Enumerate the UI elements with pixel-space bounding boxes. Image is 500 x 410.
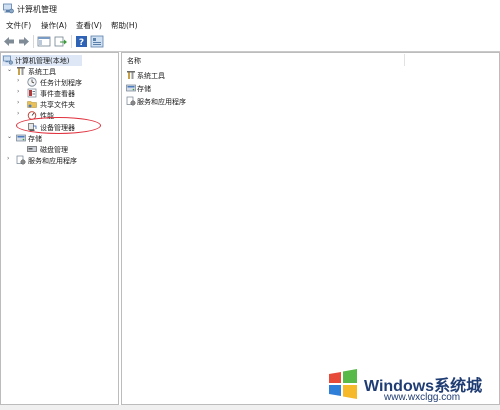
menu-help[interactable]: 帮助(H) [111, 20, 138, 31]
tree-item-event-viewer-label: 事件查看器 [40, 90, 75, 98]
tree-item-services-apps-label: 服务和应用程序 [28, 157, 77, 165]
tree-item-storage[interactable]: ⌄ 存储 [7, 133, 97, 144]
clock-icon [27, 77, 37, 87]
tree-item-event-viewer[interactable]: › 事件查看器 [17, 88, 117, 99]
help-icon[interactable]: ? [75, 35, 89, 48]
menu-view[interactable]: 查看(V) [76, 20, 102, 31]
tree-item-task-scheduler-label: 任务计划程序 [40, 79, 82, 87]
list-item-label: 系统工具 [137, 72, 165, 80]
status-bar [0, 405, 500, 410]
storage-icon [16, 134, 26, 142]
tree-item-shared-folders-label: 共享文件夹 [40, 101, 75, 109]
tree-item-storage-label: 存储 [28, 135, 42, 143]
computer-management-icon [3, 55, 13, 65]
windows-logo-icon [329, 369, 357, 399]
list-item-storage[interactable]: 存储 [126, 83, 226, 94]
expand-chevron-icon[interactable]: › [17, 88, 24, 95]
title-bar: 计算机管理 [0, 0, 500, 18]
export-icon[interactable] [54, 35, 68, 48]
window-title: 计算机管理 [17, 5, 57, 14]
console-tree-icon[interactable] [37, 35, 51, 48]
toolbox-icon [127, 71, 135, 79]
svg-text:?: ? [79, 38, 84, 48]
toolbox-icon [17, 67, 25, 75]
disk-icon [27, 146, 37, 152]
toolbar-separator [71, 35, 72, 48]
highlight-annotation [16, 117, 101, 134]
menu-action[interactable]: 操作(A) [41, 20, 67, 31]
list-item-label: 存储 [137, 85, 151, 93]
column-header-name[interactable]: 名称 [123, 54, 405, 66]
forward-icon[interactable] [17, 35, 31, 48]
watermark: Windows系统城 www.wxclgg.com [320, 363, 500, 408]
menu-bar: 文件(F) 操作(A) 查看(V) 帮助(H) [0, 18, 500, 32]
expand-chevron-icon[interactable]: › [17, 99, 24, 106]
list-item-services-apps[interactable]: 服务和应用程序 [126, 96, 246, 107]
console-tree-pane: 计算机管理(本地) ⌄ 系统工具 › 任务计划程序 › 事件查看器 › 共享文件… [0, 52, 119, 405]
collapse-chevron-icon[interactable]: ⌄ [7, 133, 14, 140]
back-icon[interactable] [2, 35, 16, 48]
tree-item-disk-management[interactable]: 磁盘管理 [17, 144, 117, 155]
expand-chevron-icon[interactable]: › [17, 77, 24, 84]
toolbar: ? [0, 32, 500, 51]
menu-file[interactable]: 文件(F) [6, 20, 31, 31]
expand-chevron-icon[interactable]: › [7, 155, 14, 162]
list-item-label: 服务和应用程序 [137, 98, 186, 106]
tree-item-system-tools-label: 系统工具 [28, 68, 56, 76]
collapse-chevron-icon[interactable]: ⌄ [7, 66, 14, 73]
expand-chevron-icon[interactable]: › [17, 110, 24, 117]
event-log-icon [27, 88, 37, 98]
toolbar-separator [33, 35, 34, 48]
tree-item-task-scheduler[interactable]: › 任务计划程序 [17, 77, 117, 88]
properties-icon[interactable] [90, 35, 104, 48]
tree-item-disk-management-label: 磁盘管理 [40, 146, 68, 154]
tree-item-services-apps[interactable]: › 服务和应用程序 [7, 155, 117, 166]
storage-icon [126, 84, 136, 92]
tree-item-root[interactable]: 计算机管理(本地) [2, 55, 82, 66]
tree-item-shared-folders[interactable]: › 共享文件夹 [17, 99, 117, 110]
details-pane: 名称 系统工具 存储 服务和应用程序 [121, 52, 500, 405]
tree-item-root-label: 计算机管理(本地) [15, 57, 70, 65]
shared-folder-icon [27, 101, 37, 108]
services-icon [126, 96, 136, 106]
services-icon [16, 155, 26, 165]
column-header-label: 名称 [127, 57, 141, 65]
computer-management-icon [3, 3, 14, 14]
tree-item-system-tools[interactable]: ⌄ 系统工具 [7, 66, 97, 77]
watermark-url: www.wxclgg.com [384, 392, 461, 403]
list-item-system-tools[interactable]: 系统工具 [126, 70, 226, 81]
